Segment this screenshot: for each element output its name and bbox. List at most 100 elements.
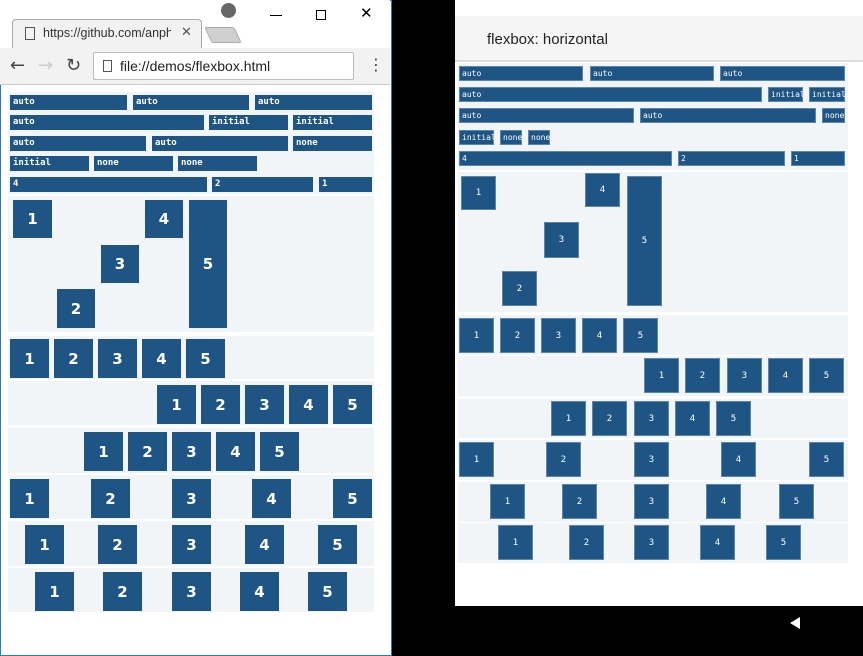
android-flex-item: 3 — [634, 525, 669, 560]
browser-flex-item: 2 — [103, 572, 142, 611]
browser-flex-item: 1 — [25, 525, 64, 564]
android-flex-item: 4 — [675, 401, 710, 436]
browser-flex-item: 4 — [10, 177, 207, 192]
app-bar: flexbox: horizontal — [455, 16, 863, 62]
android-flex-item: 2 — [500, 318, 535, 353]
browser-flex-item: 4 — [245, 525, 284, 564]
browser-flex-item: 4 — [145, 200, 183, 238]
android-flex-item: 2 — [678, 151, 785, 166]
android-flex-item: 1 — [490, 484, 525, 519]
android-flex-item: 5 — [627, 176, 662, 306]
android-flex-item: auto — [720, 66, 845, 81]
android-flex-item: 4 — [585, 173, 620, 207]
app-title: flexbox: horizontal — [487, 31, 608, 48]
browser-flex-item: 3 — [245, 385, 284, 424]
browser-flex-item: auto — [255, 95, 372, 110]
menu-icon[interactable]: ⋮ — [368, 55, 384, 74]
browser-flex-item: initial — [10, 156, 89, 171]
android-flex-item: 1 — [644, 358, 679, 393]
back-icon[interactable]: ← — [10, 55, 25, 76]
android-flex-item: 1 — [459, 442, 494, 477]
android-flex-item: initial — [768, 87, 805, 102]
browser-flex-item: 2 — [201, 385, 240, 424]
browser-flex-item: 2 — [57, 289, 95, 328]
android-flex-item: 4 — [582, 318, 617, 353]
close-icon[interactable]: ✕ — [181, 25, 192, 40]
android-flex-item: auto — [640, 108, 816, 123]
android-flex-item: 5 — [809, 442, 844, 477]
android-flex-item: 3 — [634, 442, 669, 477]
browser-flex-item: 5 — [189, 200, 227, 328]
android-flex-item: 4 — [706, 484, 741, 519]
browser-tab[interactable]: https://github.com/anphira ✕ — [12, 19, 202, 49]
browser-flex-item: 5 — [186, 339, 225, 378]
profile-icon[interactable] — [221, 3, 236, 18]
browser-flex-item: 5 — [333, 385, 372, 424]
minimize-icon[interactable] — [270, 15, 282, 16]
page-icon — [25, 27, 35, 40]
forward-icon[interactable]: → — [38, 55, 53, 76]
browser-flex-item: none — [178, 156, 257, 171]
browser-flex-item: 4 — [240, 572, 279, 611]
browser-flex-item: 5 — [333, 479, 372, 518]
browser-flex-item: 3 — [172, 479, 211, 518]
android-flex-item: 2 — [592, 401, 627, 436]
android-flex-item: 4 — [768, 358, 803, 393]
android-flex-item: 5 — [623, 318, 658, 353]
android-flex-item: 3 — [634, 401, 669, 436]
reload-icon[interactable]: ↻ — [66, 55, 81, 76]
browser-flex-item: 2 — [54, 339, 93, 378]
android-flex-item: auto — [459, 87, 762, 102]
android-flex-item: auto — [459, 66, 583, 81]
browser-flex-item: 1 — [157, 385, 196, 424]
browser-flex-item: 3 — [172, 432, 211, 471]
browser-flex-item: 5 — [318, 525, 357, 564]
android-flex-item: initial — [459, 130, 496, 145]
browser-flex-item: none — [94, 156, 173, 171]
browser-flex-item: 4 — [289, 385, 328, 424]
browser-flex-item: 3 — [172, 572, 211, 611]
android-flex-item: 1 — [459, 318, 494, 353]
android-flex-item: 5 — [766, 525, 801, 560]
browser-flex-item: 3 — [98, 339, 137, 378]
browser-flex-item: 4 — [216, 432, 255, 471]
android-flex-item: 4 — [459, 151, 672, 166]
browser-flex-item: 2 — [91, 479, 130, 518]
browser-flex-item: 5 — [260, 432, 299, 471]
android-flex-item: auto — [590, 66, 714, 81]
back-nav-icon[interactable] — [790, 617, 800, 629]
browser-flex-item: auto — [10, 115, 204, 130]
browser-flex-item: 1 — [13, 200, 52, 238]
browser-flex-item: auto — [10, 136, 146, 151]
browser-flex-item: none — [293, 136, 372, 151]
browser-flex-item: 2 — [128, 432, 167, 471]
maximize-icon[interactable] — [316, 10, 326, 20]
window-close-icon[interactable]: ✕ — [360, 4, 373, 22]
address-bar[interactable]: file://demos/flexbox.html — [93, 52, 354, 80]
android-flex-item: initial — [809, 87, 846, 102]
browser-flex-item: 3 — [172, 525, 211, 564]
android-flex-item: none — [528, 130, 550, 145]
android-flex-item: 4 — [700, 525, 735, 560]
android-flex-item: 2 — [562, 484, 597, 519]
tab-title: https://github.com/anphira — [43, 26, 171, 40]
browser-flex-item: 1 — [84, 432, 123, 471]
android-flex-item: 2 — [502, 271, 537, 306]
browser-flex-item: auto — [133, 95, 249, 110]
browser-flex-item: 2 — [212, 177, 313, 192]
android-flex-item: 1 — [551, 401, 586, 436]
android-flex-item: 1 — [461, 176, 496, 210]
browser-flex-item: 1 — [319, 177, 372, 192]
android-flex-item: 4 — [721, 442, 756, 477]
browser-flex-item: 2 — [98, 525, 137, 564]
android-flex-item: 2 — [546, 442, 581, 477]
android-flex-item: 2 — [569, 525, 604, 560]
android-flex-item: 2 — [685, 358, 720, 393]
browser-flex-item: auto — [10, 95, 127, 110]
android-flex-item: none — [822, 108, 845, 123]
browser-flex-item: initial — [209, 115, 288, 130]
browser-flex-item: initial — [293, 115, 372, 130]
browser-flex-item: 4 — [252, 479, 291, 518]
android-flex-item: none — [500, 130, 522, 145]
android-flex-item: 1 — [498, 525, 533, 560]
